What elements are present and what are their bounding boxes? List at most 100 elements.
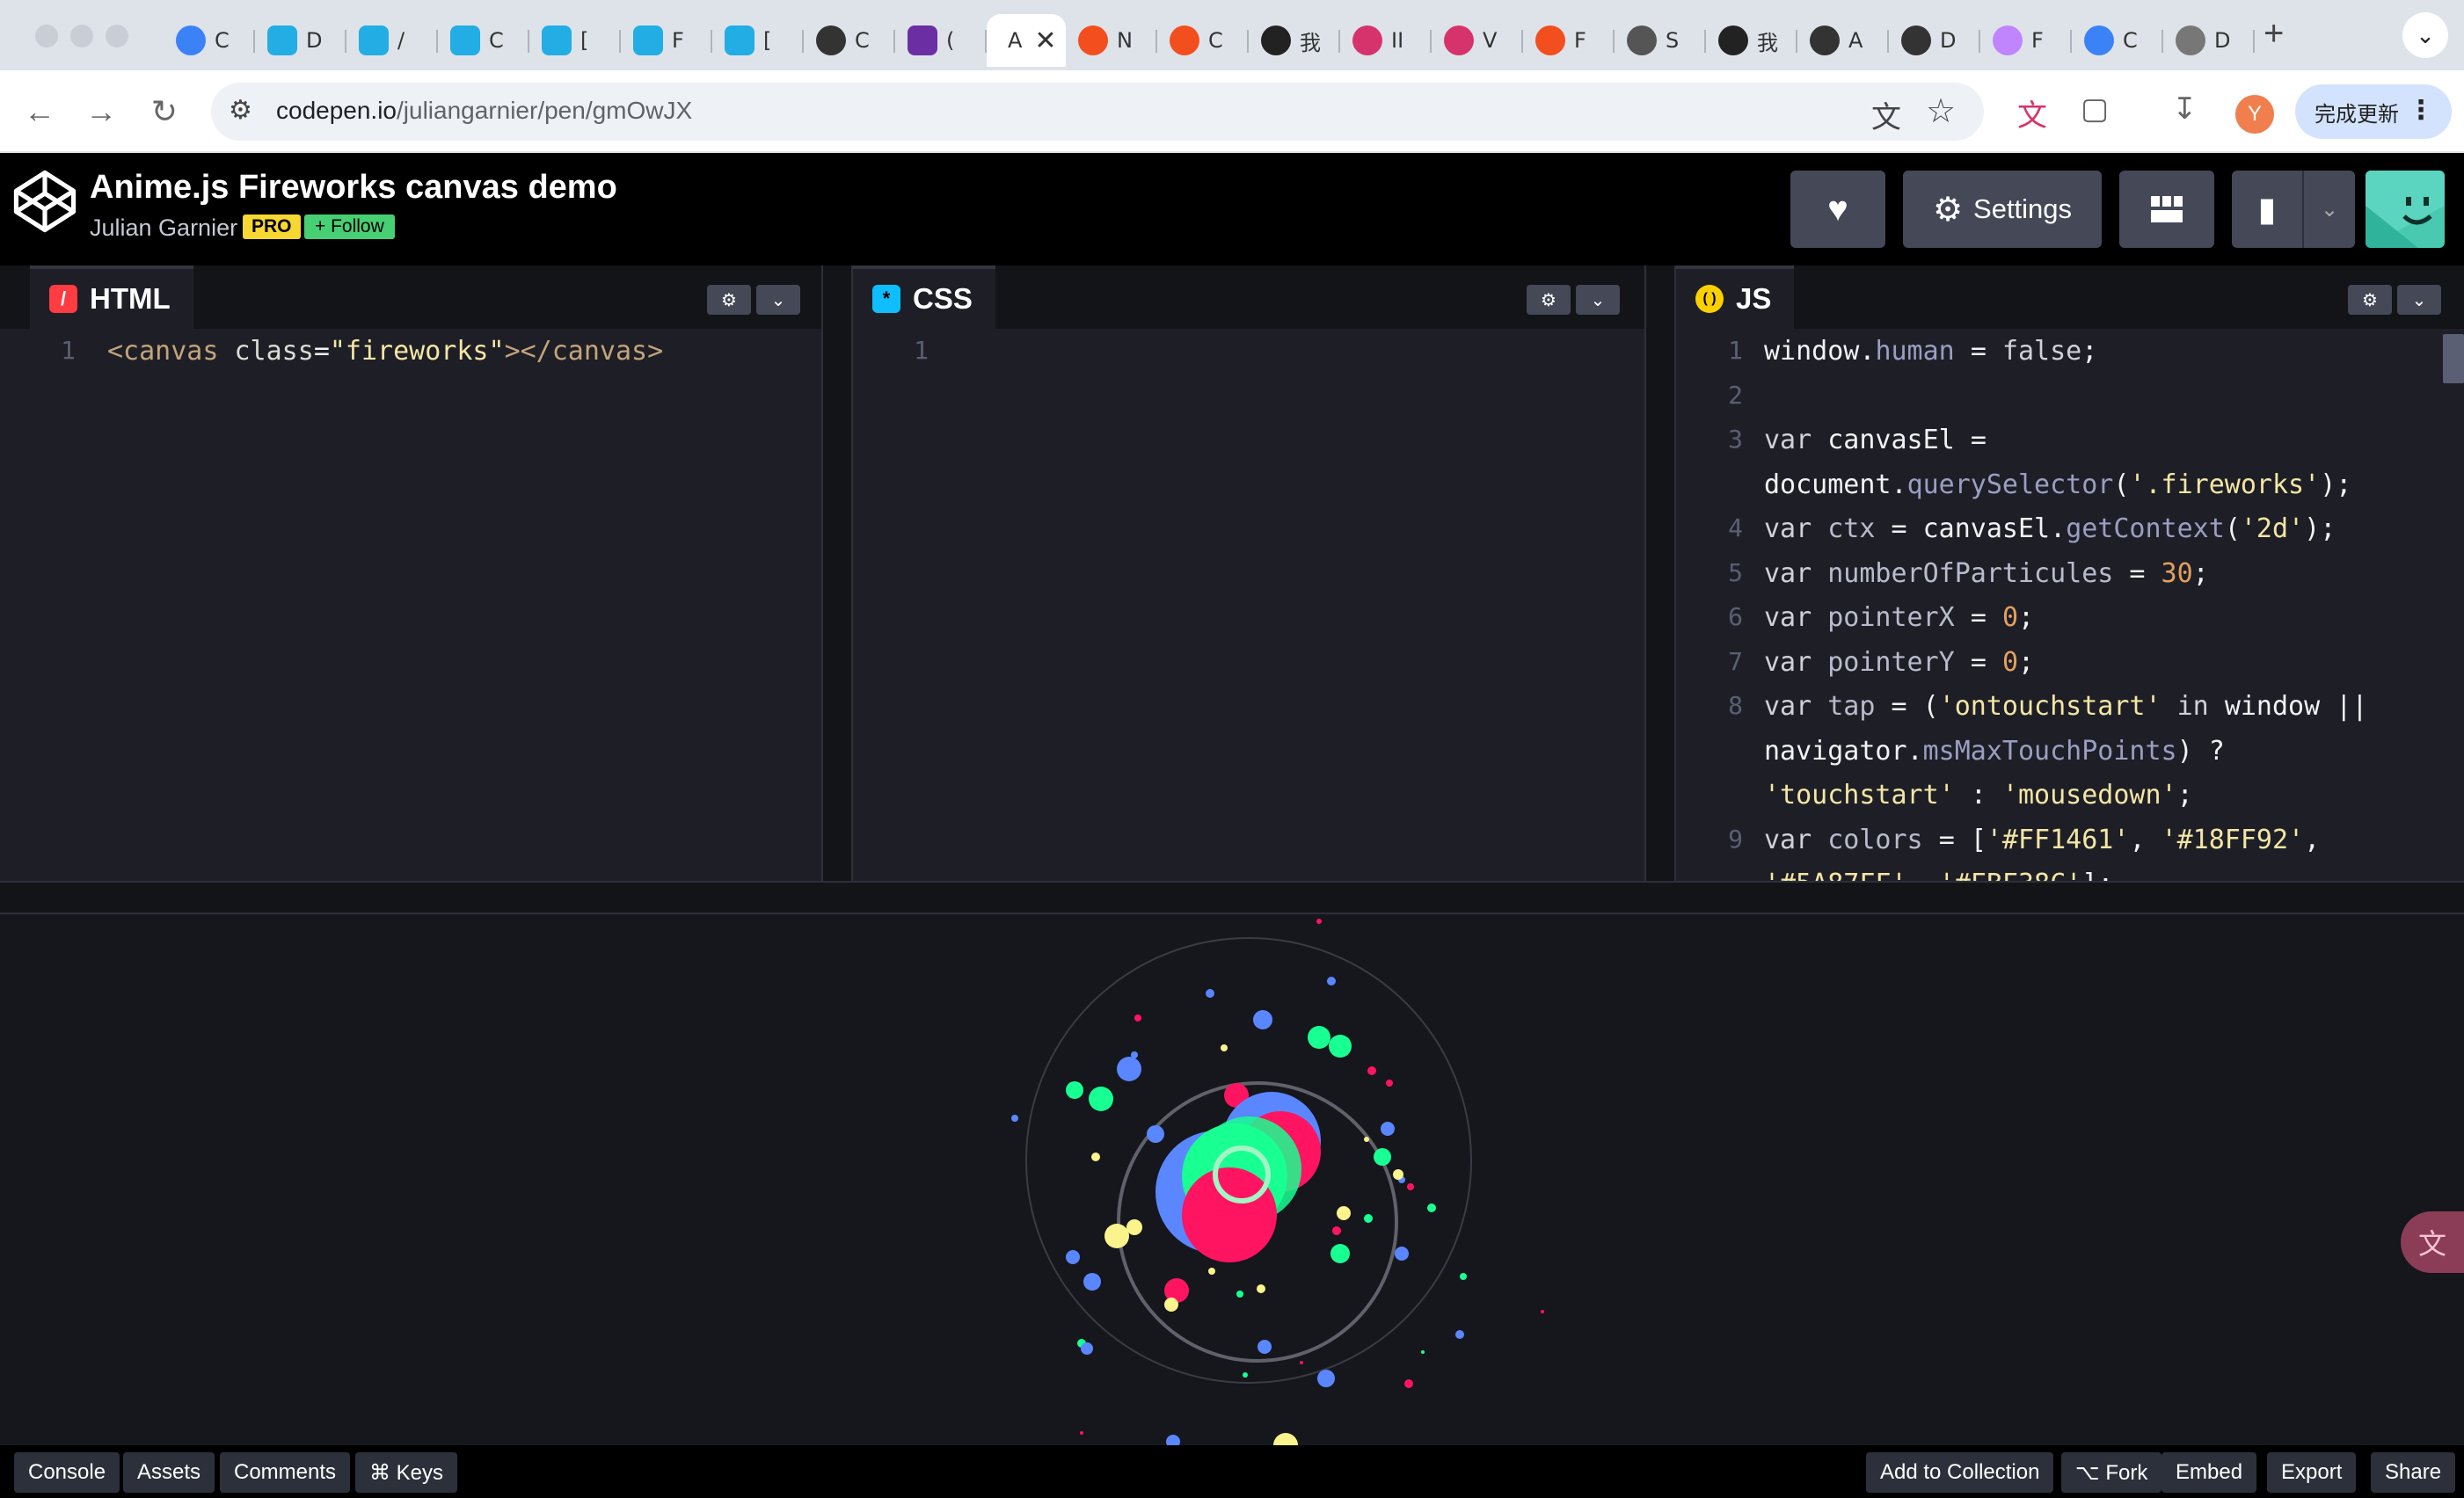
browser-tab[interactable]: D <box>1889 14 1980 67</box>
address-bar[interactable]: ⚙ codepen.io/juliangarnier/pen/gmOwJX 文 … <box>211 83 1984 141</box>
pane-resizer[interactable] <box>1644 265 1676 883</box>
new-tab-button[interactable]: + <box>2264 14 2284 54</box>
code-line[interactable]: <canvas class="fireworks"></canvas> <box>107 336 663 367</box>
browser-tab[interactable]: D <box>255 14 346 67</box>
pane-resizer[interactable] <box>821 265 853 883</box>
code-line[interactable]: var numberOfParticules = 30; <box>1764 558 2209 589</box>
code-line[interactable]: var pointerX = 0; <box>1764 602 2034 633</box>
profile-avatar[interactable]: Y <box>2235 95 2274 134</box>
close-tab-icon[interactable]: ✕ <box>1034 25 1056 56</box>
fork-button[interactable]: ⌥ Fork <box>2061 1452 2162 1493</box>
settings-button[interactable]: ⚙ Settings <box>1903 171 2102 248</box>
code-line[interactable]: document.querySelector('.fireworks'); <box>1764 469 2351 500</box>
author-name[interactable]: Julian Garnier <box>90 215 237 242</box>
share-button[interactable]: Share <box>2371 1452 2456 1493</box>
css-settings-icon[interactable]: ⚙ <box>1527 285 1571 315</box>
translate-float-icon[interactable]: 文 <box>2401 1211 2464 1273</box>
firework-particle <box>1386 1080 1393 1087</box>
browser-tab[interactable]: 我 <box>1706 14 1797 67</box>
browser-tab[interactable]: C <box>438 14 529 67</box>
browser-menu-icon[interactable]: ⋮ <box>2408 95 2434 126</box>
html-code[interactable]: 1 <canvas class="fireworks"></canvas> <box>0 329 821 883</box>
browser-tab[interactable]: A ✕ <box>987 14 1066 67</box>
js-collapse-icon[interactable]: ⌄ <box>2397 285 2441 315</box>
js-code[interactable]: 1 window.human = false; 2 3 var canvasEl = do… <box>1676 329 2464 942</box>
embed-button[interactable]: Embed <box>2161 1452 2257 1493</box>
codepen-logo-icon[interactable] <box>12 169 77 234</box>
browser-tab[interactable]: D <box>2163 14 2255 67</box>
browser-tab[interactable]: II <box>1340 14 1432 67</box>
js-settings-icon[interactable]: ⚙ <box>2348 285 2392 315</box>
chevron-down-icon[interactable]: ⌄ <box>2302 171 2355 248</box>
browser-tab[interactable]: C <box>2072 14 2163 67</box>
bookmark-button[interactable]: ▮ ⌄ <box>2232 171 2355 248</box>
tab-html[interactable]: / HTML <box>30 265 193 329</box>
firework-particle <box>1104 1224 1129 1248</box>
bilibili-icon <box>542 25 572 55</box>
follow-button[interactable]: + Follow <box>304 215 395 239</box>
browser-tab[interactable]: C <box>1157 14 1249 67</box>
browser-tab[interactable]: A <box>1797 14 1889 67</box>
html-settings-icon[interactable]: ⚙ <box>707 285 751 315</box>
browser-tab[interactable]: [ <box>712 14 804 67</box>
export-button[interactable]: Export <box>2267 1452 2357 1493</box>
css-code[interactable]: 1 <box>853 329 1644 883</box>
browser-tab[interactable]: C <box>804 14 895 67</box>
extensions-icon[interactable]: ▢ <box>2081 91 2109 127</box>
browser-tab[interactable]: F <box>1523 14 1615 67</box>
line-number: 7 <box>1728 646 1743 676</box>
html-collapse-icon[interactable]: ⌄ <box>756 285 800 315</box>
browser-tab[interactable]: S <box>1615 14 1706 67</box>
code-line[interactable]: navigator.msMaxTouchPoints) ? <box>1764 736 2225 767</box>
result-preview[interactable]: 文 <box>0 914 2464 1445</box>
user-avatar[interactable] <box>2366 171 2445 248</box>
browser-tab[interactable]: C <box>164 14 255 67</box>
code-line[interactable]: 'touchstart' : 'mousedown'; <box>1764 780 2193 811</box>
code-line[interactable]: var ctx = canvasEl.getContext('2d'); <box>1764 513 2336 544</box>
url-path: /juliangarnier/pen/gmOwJX <box>397 97 693 124</box>
comments-button[interactable]: Comments <box>220 1452 351 1493</box>
reload-icon[interactable]: ↻ <box>142 90 186 134</box>
code-line[interactable]: var tap = ('ontouchstart' in window || <box>1764 691 2367 722</box>
pro-badge[interactable]: PRO <box>243 215 301 239</box>
tab-css[interactable]: * CSS <box>853 265 995 329</box>
tab-js[interactable]: ( ) JS <box>1676 265 1795 329</box>
forward-icon[interactable]: → <box>79 90 123 134</box>
heart-button[interactable]: ♥ <box>1790 171 1885 248</box>
update-button[interactable]: 完成更新 ⋮ <box>2295 84 2452 139</box>
result-resizer[interactable] <box>0 881 2464 914</box>
code-line[interactable]: window.human = false; <box>1764 336 2097 367</box>
translate-extension-icon[interactable]: 文 <box>2017 91 2047 135</box>
code-line[interactable]: var colors = ['#FF1461', '#18FF92', <box>1764 825 2320 855</box>
site-info-icon[interactable]: ⚙ <box>229 95 252 126</box>
download-icon[interactable]: ↧ <box>2172 91 2198 127</box>
assets-button[interactable]: Assets <box>123 1452 215 1493</box>
browser-tab[interactable]: F <box>621 14 712 67</box>
pen-title[interactable]: Anime.js Fireworks canvas demo <box>90 169 617 207</box>
bookmark-star-icon[interactable]: ☆ <box>1926 91 1956 131</box>
browser-tab[interactable]: F <box>1980 14 2072 67</box>
html-editor-pane: / HTML ⚙ ⌄ 1 <canvas class="fireworks"></… <box>0 265 821 883</box>
code-line[interactable]: var pointerY = 0; <box>1764 647 2034 678</box>
browser-tab[interactable]: / <box>346 14 438 67</box>
console-button[interactable]: Console <box>14 1452 120 1493</box>
keys-button[interactable]: ⌘ Keys <box>355 1452 458 1493</box>
fireworks-canvas[interactable] <box>0 914 2464 1445</box>
browser-tab[interactable]: N <box>1066 14 1157 67</box>
window-zoom-button[interactable] <box>106 25 128 47</box>
change-view-button[interactable] <box>2119 171 2214 248</box>
url-text[interactable]: codepen.io/juliangarnier/pen/gmOwJX <box>276 97 692 125</box>
browser-tab[interactable]: ( <box>895 14 987 67</box>
window-minimize-button[interactable] <box>70 25 93 47</box>
browser-tab[interactable]: [ <box>529 14 621 67</box>
js-scrollbar[interactable] <box>2443 334 2464 383</box>
css-collapse-icon[interactable]: ⌄ <box>1576 285 1620 315</box>
browser-tab[interactable]: 我 <box>1249 14 1340 67</box>
back-icon[interactable]: ← <box>18 90 62 134</box>
window-close-button[interactable] <box>35 25 58 47</box>
translate-icon[interactable]: 文 <box>1871 93 1901 136</box>
browser-tab[interactable]: V <box>1432 14 1523 67</box>
add-to-collection-button[interactable]: Add to Collection <box>1866 1452 2054 1493</box>
code-line[interactable]: var canvasEl = <box>1764 425 1987 455</box>
tab-search-button[interactable]: ⌄ <box>2402 12 2448 58</box>
